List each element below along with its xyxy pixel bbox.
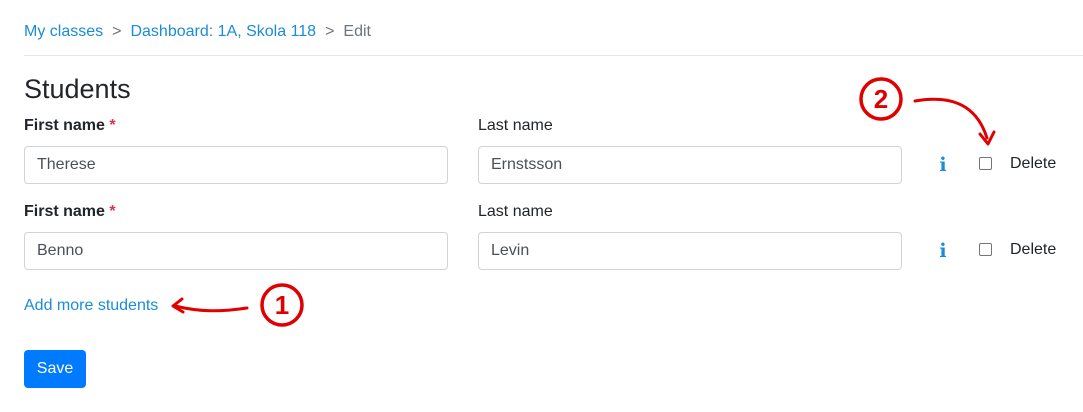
last-name-input[interactable]: Levin [478,232,902,270]
first-name-label-text: First name [24,203,105,220]
first-name-input[interactable]: Benno [24,232,448,270]
add-more-students-link[interactable]: Add more students [24,296,158,316]
annotation-number-1: 1 [275,290,289,320]
last-name-label: Last name [478,203,553,220]
first-name-input[interactable]: Therese [24,146,448,184]
required-marker: * [109,117,116,134]
delete-checkbox[interactable] [979,157,992,170]
first-name-label-text: First name [24,117,105,134]
last-name-input[interactable]: Ernstsson [478,146,902,184]
delete-label[interactable]: Delete [1010,240,1056,260]
page-title: Students [24,74,131,104]
breadcrumb-separator: > [112,23,122,40]
delete-label[interactable]: Delete [1010,154,1056,174]
annotation-marker-1: 1 [260,283,304,327]
annotation-marker-2: 2 [859,77,903,121]
breadcrumb-separator: > [325,23,335,40]
required-marker: * [109,203,116,220]
info-icon[interactable]: i [938,155,948,175]
first-name-label: First name * [24,116,116,136]
annotation-arrow-1 [171,297,249,314]
save-button[interactable]: Save [24,350,86,388]
first-name-label: First name * [24,202,116,222]
breadcrumb-my-classes[interactable]: My classes [24,22,103,42]
breadcrumb-current: Edit [343,23,371,40]
delete-checkbox[interactable] [979,243,992,256]
last-name-label: Last name [478,117,553,134]
annotation-arrow-2 [913,97,996,146]
header-divider [24,55,1083,56]
breadcrumb: My classes > Dashboard: 1A, Skola 118 > … [24,22,371,42]
annotation-number-2: 2 [874,84,888,114]
breadcrumb-dashboard[interactable]: Dashboard: 1A, Skola 118 [130,22,316,42]
info-icon[interactable]: i [938,241,948,261]
